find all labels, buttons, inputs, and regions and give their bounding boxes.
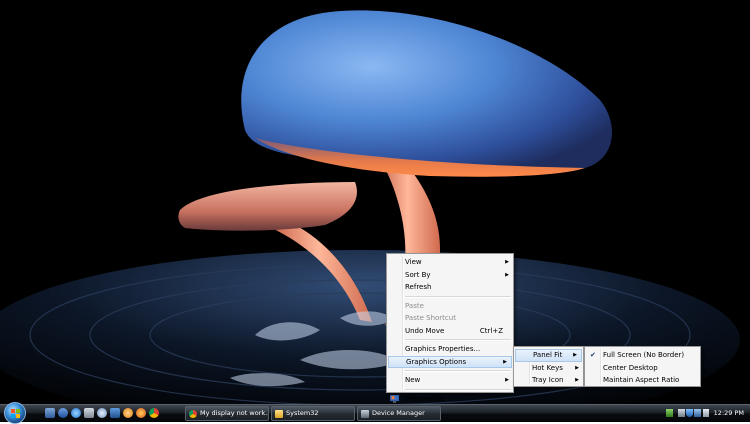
menu-separator <box>405 295 511 298</box>
menu-item-label: Sort By <box>405 270 431 279</box>
submenu-arrow-icon: ▶ <box>503 358 507 365</box>
folder-icon <box>275 410 283 418</box>
menu-separator <box>405 370 511 372</box>
menu-item-undo-move[interactable]: Undo Move Ctrl+Z <box>387 325 513 338</box>
personalize-icon <box>390 394 399 403</box>
submenu-arrow-icon: ▶ <box>575 364 579 371</box>
task-label: System32 <box>286 409 319 417</box>
menu-separator <box>405 339 511 341</box>
chrome-icon <box>189 410 197 418</box>
system-tray: 12:29 PM <box>660 405 750 422</box>
task-device-manager[interactable]: Device Manager <box>357 406 441 421</box>
menu-item-graphics-options[interactable]: Graphics Options ▶ <box>388 355 512 368</box>
menu-item-label: View <box>405 258 422 266</box>
device-manager-icon <box>361 410 369 418</box>
menu-item-graphics-properties[interactable]: Graphics Properties... <box>387 343 513 356</box>
help-icon[interactable] <box>58 408 68 418</box>
show-desktop-icon[interactable] <box>45 408 55 418</box>
option-maintain-aspect-ratio[interactable]: Maintain Aspect Ratio <box>585 374 700 387</box>
menu-item-view[interactable]: View ▶ <box>387 256 513 269</box>
speaker-icon[interactable] <box>703 409 709 417</box>
media-player-icon[interactable] <box>123 408 133 418</box>
menu-item-shortcut: Ctrl+Z <box>479 326 503 335</box>
menu-item-paste: Paste <box>387 300 513 313</box>
shield-icon[interactable] <box>686 409 693 417</box>
menu-item-label: Undo Move <box>405 326 445 335</box>
network-icon[interactable] <box>97 408 107 418</box>
firefox-icon[interactable] <box>136 408 146 418</box>
submenu-item-panel-fit[interactable]: Panel Fit ▶ <box>515 349 582 362</box>
start-button[interactable] <box>4 402 26 424</box>
submenu-arrow-icon: ▶ <box>505 271 509 278</box>
menu-item-label: New <box>405 376 421 384</box>
internet-explorer-icon[interactable] <box>71 408 81 418</box>
menu-item-label: Tray Icon <box>532 376 564 384</box>
windows-flag-icon <box>11 409 20 418</box>
menu-item-label: Refresh <box>405 283 432 291</box>
menu-item-label: Full Screen (No Border) <box>603 351 685 359</box>
chrome-icon[interactable] <box>149 408 159 418</box>
desktop-context-menu: View ▶ Sort By ▶ Refresh Paste Paste Short… <box>386 253 514 403</box>
submenu-item-tray-icon[interactable]: Tray Icon ▶ <box>514 374 583 387</box>
task-chrome-window[interactable]: My display not work... <box>185 406 269 421</box>
task-label: My display not work... <box>200 409 269 417</box>
checkmark-icon: ✔ <box>590 351 596 359</box>
menu-item-label: Paste Shortcut <box>405 314 456 322</box>
menu-item-new[interactable]: New ▶ <box>387 374 513 387</box>
graphics-options-submenu: Panel Fit ▶ Hot Keys ▶ Tray Icon ▶ <box>513 346 584 387</box>
submenu-arrow-icon: ▶ <box>575 377 579 383</box>
mushroom-wallpaper <box>0 0 750 404</box>
submenu-arrow-icon: ▶ <box>573 352 577 358</box>
menu-item-label: Graphics Options <box>406 357 467 366</box>
menu-item-label: Center Desktop <box>603 363 658 372</box>
task-label: Device Manager <box>372 409 425 417</box>
taskbar: My display not work... System32 Device M… <box>0 402 750 424</box>
submenu-arrow-icon: ▶ <box>505 259 509 265</box>
network-status-icon[interactable] <box>666 409 673 417</box>
menu-item-sort-by[interactable]: Sort By ▶ <box>387 269 513 282</box>
menu-item-refresh[interactable]: Refresh <box>387 281 513 294</box>
desktop-wallpaper[interactable] <box>0 0 750 404</box>
menu-separator <box>405 388 511 391</box>
menu-item-label: Maintain Aspect Ratio <box>603 376 680 384</box>
submenu-arrow-icon: ▶ <box>505 377 509 383</box>
option-center-desktop[interactable]: Center Desktop <box>585 362 700 375</box>
menu-item-paste-shortcut: Paste Shortcut <box>387 312 513 325</box>
mail-icon[interactable] <box>110 408 120 418</box>
option-full-screen-no-border[interactable]: ✔ Full Screen (No Border) <box>585 349 700 362</box>
menu-item-label: Hot Keys <box>532 363 563 372</box>
panel-fit-submenu: ✔ Full Screen (No Border) Center Desktop … <box>584 346 701 387</box>
menu-item-label: Graphics Properties... <box>405 345 481 353</box>
recycle-bin-icon[interactable] <box>84 408 94 418</box>
menu-item-label: Panel Fit <box>533 351 563 359</box>
clock[interactable]: 12:29 PM <box>714 405 744 422</box>
submenu-item-hot-keys[interactable]: Hot Keys ▶ <box>514 362 583 375</box>
task-system32[interactable]: System32 <box>271 406 355 421</box>
menu-item-label: Personalize <box>405 394 445 403</box>
menu-item-label: Paste <box>405 301 424 310</box>
safely-remove-icon[interactable] <box>678 409 685 417</box>
monitor-icon[interactable] <box>694 409 701 417</box>
